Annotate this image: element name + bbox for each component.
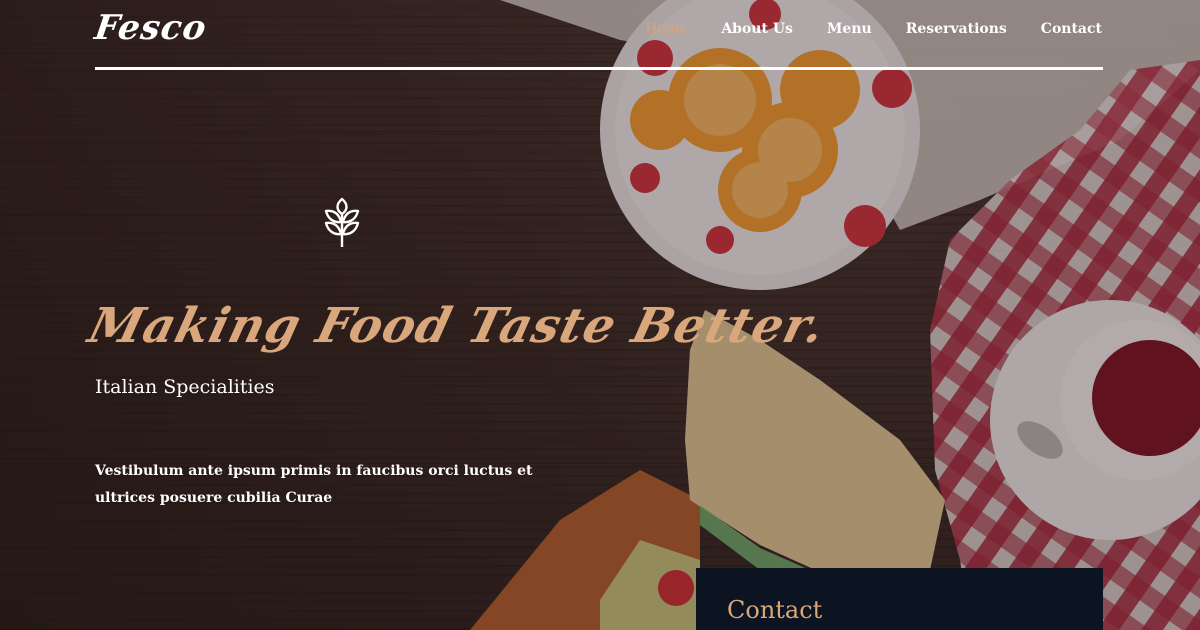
- hero-subtitle: Italian Specialities: [95, 376, 275, 398]
- nav-item-reservations[interactable]: Reservations: [906, 21, 1007, 37]
- header-divider: [95, 67, 1103, 70]
- hero-description: Vestibulum ante ipsum primis in faucibus…: [95, 463, 533, 506]
- hero-title: Making Food Taste Better.: [83, 298, 831, 354]
- nav-item-contact[interactable]: Contact: [1041, 21, 1102, 37]
- nav-item-menu[interactable]: Menu: [827, 21, 872, 37]
- brand-logo[interactable]: Fesco: [92, 8, 209, 48]
- nav-item-about-us[interactable]: About Us: [721, 21, 793, 37]
- contact-panel-title: Contact: [727, 596, 823, 624]
- nav-item-home[interactable]: Home: [645, 21, 687, 37]
- contact-panel: Contact: [696, 568, 1103, 630]
- wheat-icon: [324, 197, 360, 247]
- main-nav: Home About Us Menu Reservations Contact: [645, 21, 1102, 37]
